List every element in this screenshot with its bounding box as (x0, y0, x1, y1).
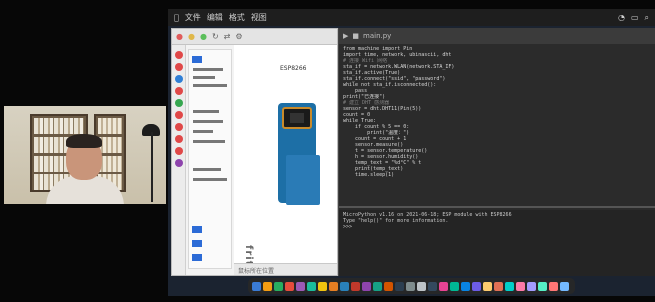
dock-app-icon[interactable] (461, 281, 470, 291)
code-line[interactable]: time.sleep(1) (343, 172, 651, 178)
dock-app-icon[interactable] (318, 281, 327, 291)
relay-module[interactable] (286, 155, 320, 205)
presenter-hair (66, 134, 102, 148)
dock-app-icon[interactable] (549, 281, 558, 291)
tool-icon[interactable] (175, 147, 183, 155)
code-area[interactable]: from machine import Pin import time, netw… (339, 44, 655, 204)
menu-bar:  文件 编辑 格式 视图 ◔ ▭ ⌕ (168, 9, 655, 26)
dock-app-icon[interactable] (351, 281, 360, 291)
dock-app-icon[interactable] (450, 281, 459, 291)
parts-inspector-panel (188, 49, 232, 269)
tool-icon[interactable] (175, 159, 183, 167)
webcam-view (4, 106, 166, 204)
tool-icon[interactable] (175, 87, 183, 95)
fritzing-sidebar (172, 45, 186, 275)
fritzing-window: ● ● ● ↻ ⇄ ⚙ ESP8266 fritzing 鼠标所在位置 (171, 28, 338, 276)
dock-app-icon[interactable] (483, 281, 492, 291)
dock-app-icon[interactable] (384, 281, 393, 291)
battery-icon[interactable]: ▭ (631, 13, 639, 22)
settings-icon[interactable]: ⚙ (235, 32, 242, 41)
dock-app-icon[interactable] (329, 281, 338, 291)
dock-app-icon[interactable] (527, 281, 536, 291)
dock-app-icon[interactable] (439, 281, 448, 291)
tool-icon[interactable] (175, 99, 183, 107)
shell-divider[interactable] (339, 206, 655, 208)
dock-app-icon[interactable] (362, 281, 371, 291)
rotate-icon[interactable]: ↻ (212, 32, 219, 41)
chip-core (290, 113, 304, 123)
dock-app-icon[interactable] (285, 281, 294, 291)
dock-app-icon[interactable] (538, 281, 547, 291)
flip-icon[interactable]: ⇄ (224, 32, 231, 41)
run-icon[interactable]: ▶ (343, 32, 348, 40)
code-editor-window: ▶ ■ main.py from machine import Pin impor… (338, 28, 655, 276)
menu-item-file[interactable]: 文件 (185, 12, 201, 23)
tool-icon[interactable] (175, 111, 183, 119)
search-icon[interactable]: ⌕ (645, 13, 649, 23)
editor-toolbar: ▶ ■ main.py (339, 28, 655, 44)
tool-icon[interactable] (175, 63, 183, 71)
video-frame:  文件 编辑 格式 视图 ◔ ▭ ⌕ ● ● ● ↻ ⇄ ⚙ (0, 0, 655, 302)
tool-icon[interactable] (175, 51, 183, 59)
part-chip-icon[interactable] (192, 226, 202, 233)
dock-app-icon[interactable] (263, 281, 272, 291)
dock-app-icon[interactable] (274, 281, 283, 291)
canvas-label: ESP8266 (280, 65, 307, 72)
part-chip-icon[interactable] (192, 240, 202, 247)
dock-app-icon[interactable] (395, 281, 404, 291)
breadboard-canvas[interactable]: ESP8266 fritzing (234, 45, 337, 275)
menu-item-edit[interactable]: 编辑 (207, 12, 223, 23)
stop-icon[interactable]: ■ (352, 32, 359, 40)
lamp-pole (151, 132, 153, 202)
menu-item-view[interactable]: 视图 (251, 12, 267, 23)
dock-app-icon[interactable] (428, 281, 437, 291)
dock-app-icon[interactable] (494, 281, 503, 291)
minimize-icon[interactable]: ● (188, 32, 195, 41)
menu-item-format[interactable]: 格式 (229, 12, 245, 23)
dock-app-icon[interactable] (307, 281, 316, 291)
dock-app-icon[interactable] (516, 281, 525, 291)
tool-icon[interactable] (175, 75, 183, 83)
wifi-icon[interactable]: ◔ (618, 13, 625, 22)
dock-app-icon[interactable] (252, 281, 261, 291)
tool-icon[interactable] (175, 135, 183, 143)
dock-app-icon[interactable] (472, 281, 481, 291)
apple-menu-icon[interactable]:  (174, 13, 179, 22)
fritzing-status-bar: 鼠标所在位置 (234, 263, 337, 275)
dock-app-icon[interactable] (505, 281, 514, 291)
shell-panel[interactable]: MicroPython v1.16 on 2021-06-18; ESP mod… (339, 210, 655, 276)
shell-line[interactable]: >>> (343, 224, 651, 230)
fritzing-toolbar: ● ● ● ↻ ⇄ ⚙ (172, 29, 337, 45)
dock-app-icon[interactable] (406, 281, 415, 291)
close-icon[interactable]: ● (176, 32, 183, 41)
editor-tab[interactable]: main.py (363, 32, 391, 40)
dock-app-icon[interactable] (296, 281, 305, 291)
tool-icon[interactable] (175, 123, 183, 131)
selected-part-indicator[interactable] (192, 56, 202, 63)
dock (248, 278, 575, 294)
part-chip-icon[interactable] (192, 254, 202, 261)
dock-app-icon[interactable] (560, 281, 569, 291)
dock-app-icon[interactable] (417, 281, 426, 291)
dock-app-icon[interactable] (373, 281, 382, 291)
shared-screen:  文件 编辑 格式 视图 ◔ ▭ ⌕ ● ● ● ↻ ⇄ ⚙ (168, 9, 655, 296)
zoom-icon[interactable]: ● (200, 32, 207, 41)
dock-app-icon[interactable] (340, 281, 349, 291)
